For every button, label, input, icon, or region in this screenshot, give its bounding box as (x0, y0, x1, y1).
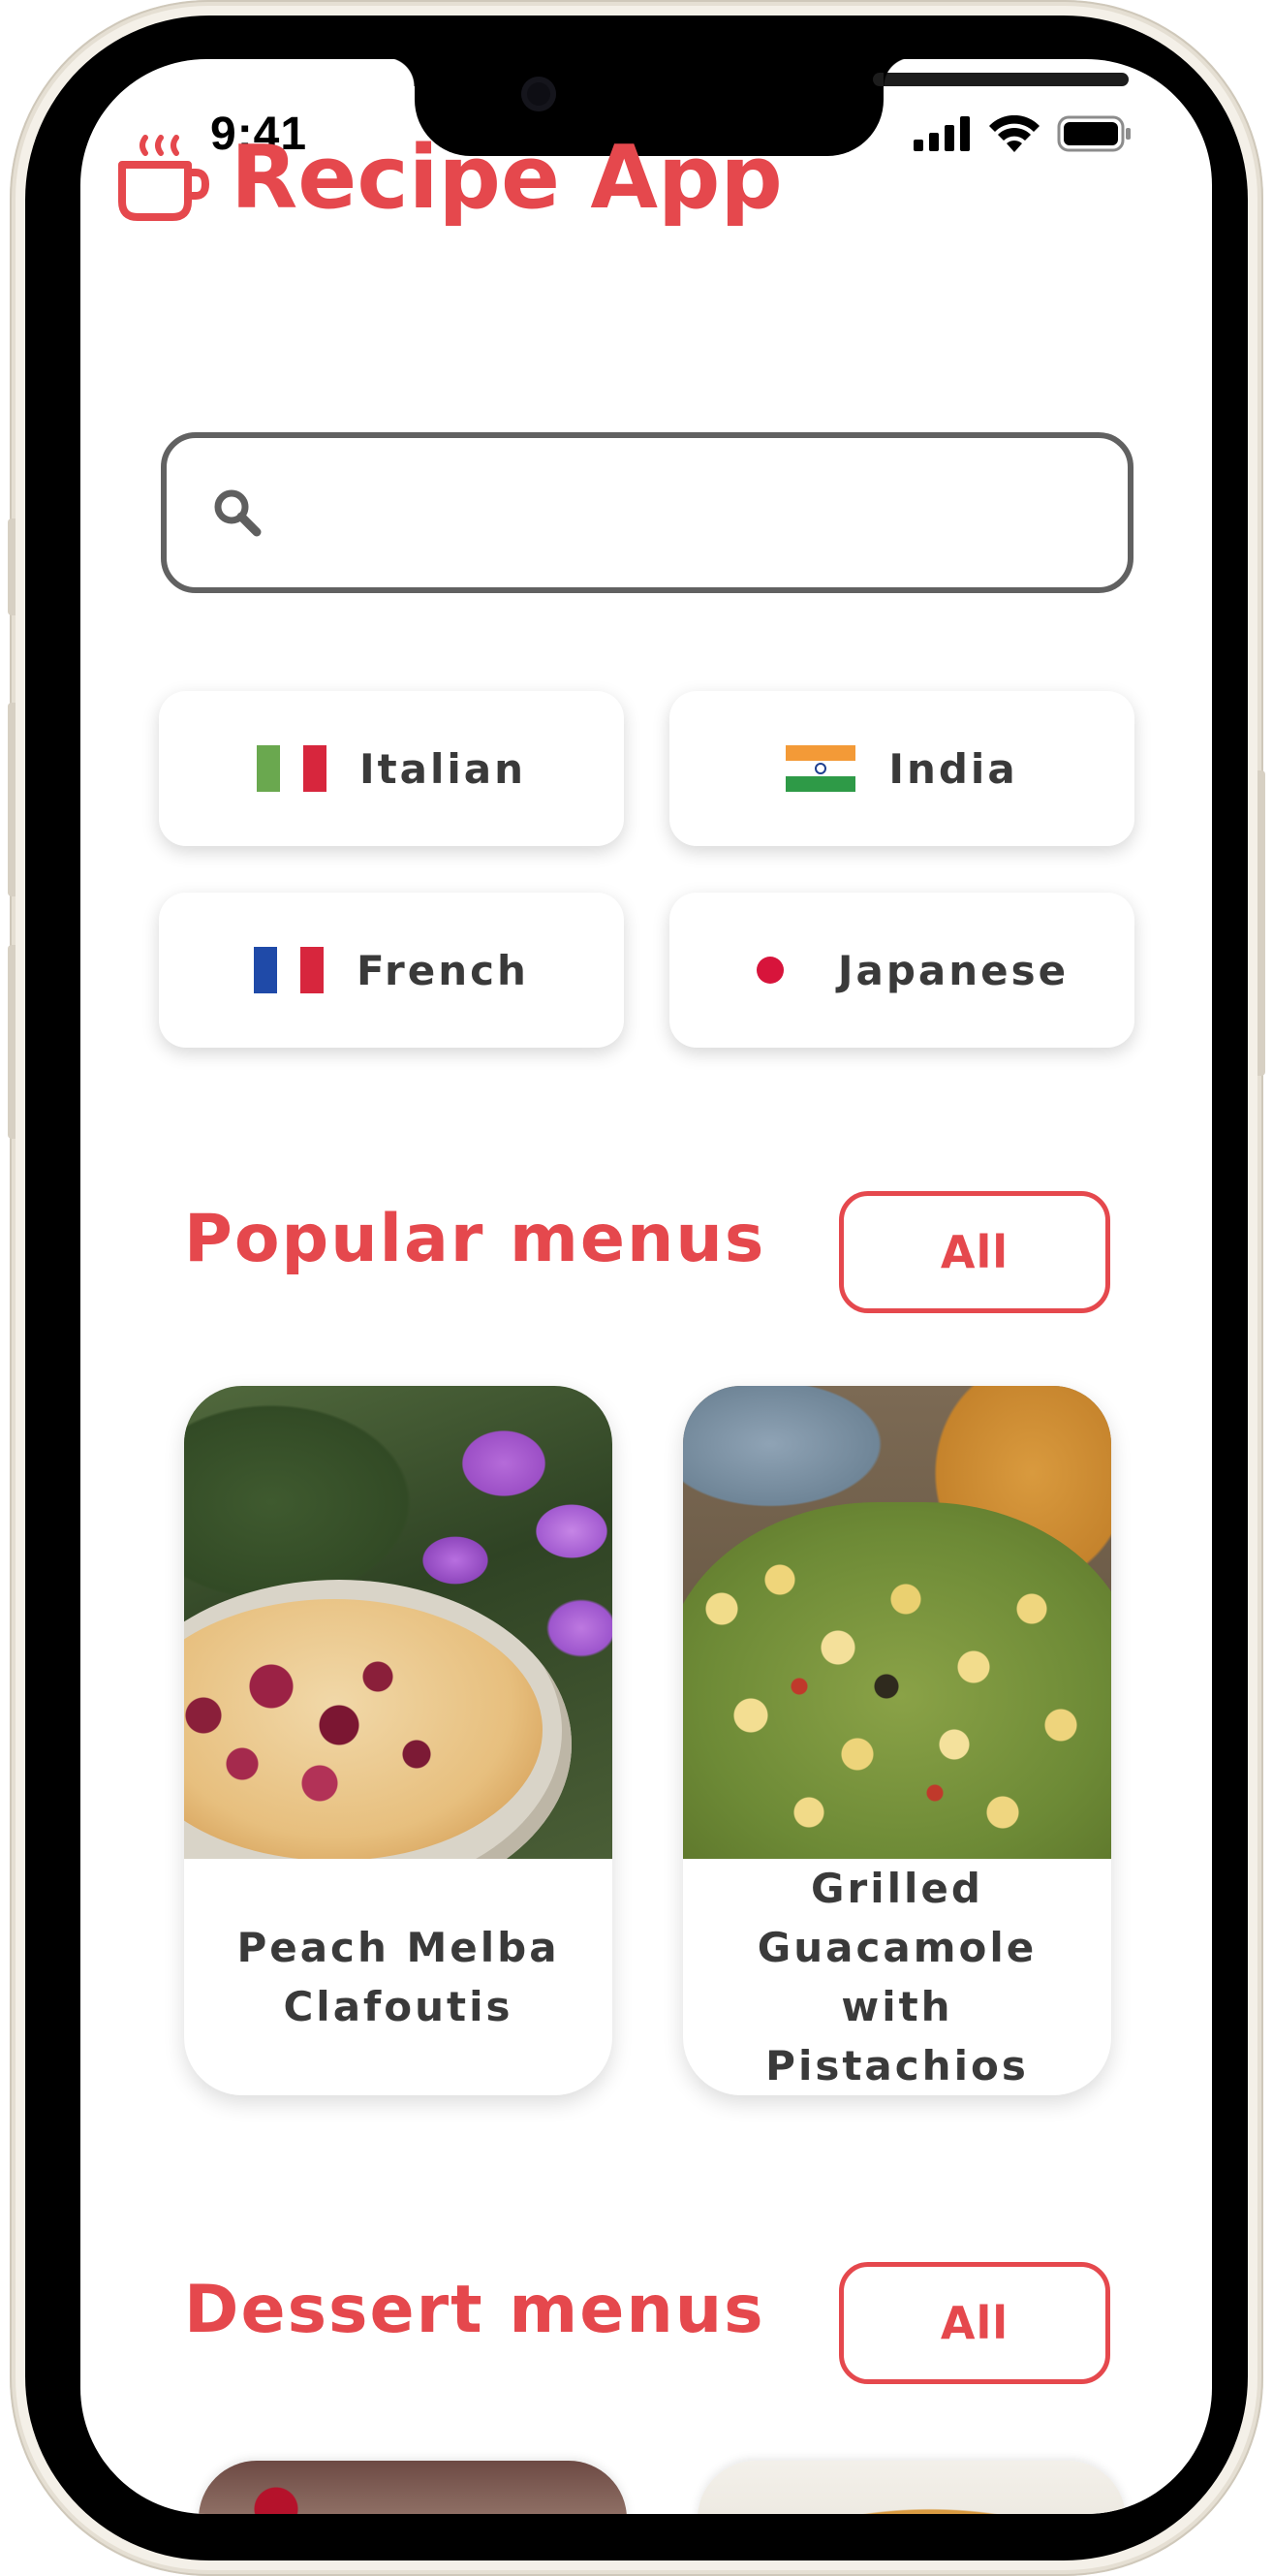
cuisine-label: Italian (358, 744, 527, 793)
japan-flag-icon (734, 947, 805, 993)
app-title: Recipe App (231, 127, 783, 229)
cuisine-label: Japanese (837, 946, 1070, 994)
dessert-card-preview[interactable] (199, 2461, 627, 2514)
dessert-card-preview[interactable] (698, 2461, 1126, 2514)
phone-frame: 9:41 Recipe App Italian India French Jap… (8, 0, 1265, 2576)
cuisine-chip-japanese[interactable]: Japanese (669, 893, 1134, 1048)
recipe-title: Grilled Guacamole with Pistachios (757, 1865, 1038, 2089)
recipe-image (683, 1386, 1111, 1859)
popular-menus-title: Popular menus (184, 1201, 766, 1277)
cuisine-label: French (357, 946, 529, 994)
cuisine-label: India (888, 744, 1018, 793)
coffee-cup-icon (118, 134, 209, 221)
search-icon (214, 489, 262, 537)
cuisine-chip-italian[interactable]: Italian (159, 691, 624, 846)
italy-flag-icon (256, 745, 326, 792)
cuisine-chip-india[interactable]: India (669, 691, 1134, 846)
search-box[interactable] (161, 432, 1133, 593)
dessert-menus-title: Dessert menus (184, 2272, 765, 2348)
france-flag-icon (254, 947, 325, 993)
app-header: Recipe App (116, 127, 783, 229)
dessert-all-button[interactable]: All (839, 2262, 1110, 2384)
india-flag-icon (786, 745, 856, 792)
popular-all-button[interactable]: All (839, 1191, 1110, 1313)
recipe-title: Peach Melba Clafoutis (236, 1924, 560, 2030)
speaker-grille (873, 73, 1129, 86)
signal-icon (914, 116, 970, 151)
wifi-icon (989, 115, 1040, 152)
recipe-card[interactable]: Grilled Guacamole with Pistachios (683, 1386, 1111, 2095)
screen: 9:41 Recipe App Italian India French Jap… (80, 59, 1212, 2514)
recipe-card[interactable]: Peach Melba Clafoutis (184, 1386, 612, 2095)
search-input[interactable] (273, 438, 1106, 587)
cuisine-chip-french[interactable]: French (159, 893, 624, 1048)
recipe-image (184, 1386, 612, 1859)
front-camera (521, 77, 556, 111)
status-icons (914, 115, 1133, 152)
battery-icon (1057, 115, 1131, 152)
